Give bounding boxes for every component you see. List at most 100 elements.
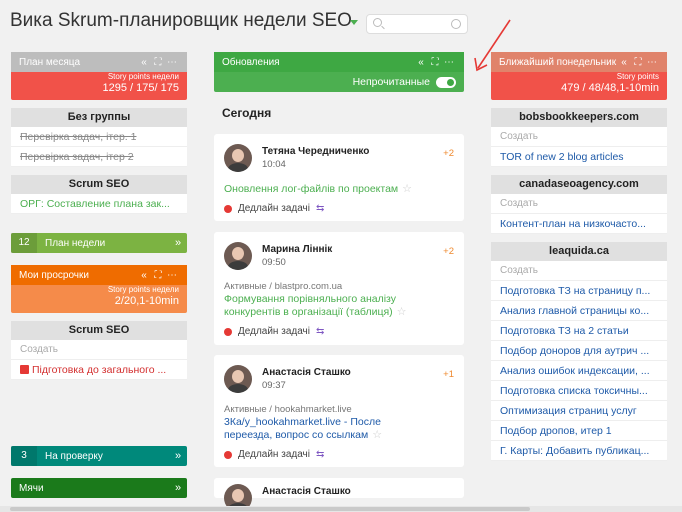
author-name[interactable]: Марина Ліннік bbox=[262, 244, 332, 255]
left-column-lower: Мои просрочки « ⛶ ⋯ Story points недели … bbox=[11, 265, 187, 380]
group-title: Scrum SEO bbox=[11, 175, 187, 194]
expand-icon[interactable]: ⛶ bbox=[151, 57, 165, 68]
task-item[interactable]: Подбор дропов, итер 1 bbox=[491, 421, 667, 441]
story-points-value: 479 / 48/48,1-10min bbox=[561, 82, 659, 94]
task-item[interactable]: ОРГ: Составление плана зак... bbox=[11, 194, 187, 214]
task-link-text[interactable]: 3Ка/у_hookahmarket.live - После переезда… bbox=[224, 416, 381, 441]
collapse-icon[interactable]: « bbox=[137, 270, 151, 281]
task-item[interactable]: Перевірка задач, ітер 2 bbox=[11, 147, 187, 167]
create-task-input[interactable]: Создать bbox=[491, 194, 667, 214]
group-leaquida: leaquida.ca Создать Подготовка ТЗ на стр… bbox=[491, 242, 667, 461]
task-link[interactable]: Оновлення лог-файлів по проектам ☆ bbox=[224, 183, 412, 196]
update-time: 09:37 bbox=[262, 380, 286, 391]
deadline-row: Дедлайн задачі ⇆ bbox=[224, 326, 324, 337]
search-input[interactable] bbox=[366, 14, 468, 34]
task-item[interactable]: TOR of new 2 blog articles bbox=[491, 147, 667, 167]
expand-arrow-icon[interactable]: » bbox=[169, 237, 187, 249]
task-item[interactable]: Подготовка ТЗ на 2 статьи bbox=[491, 321, 667, 341]
expand-icon[interactable]: ⛶ bbox=[428, 57, 442, 68]
update-card[interactable]: Тетяна Чередниченко 10:04 +2 Оновлення л… bbox=[214, 134, 464, 221]
update-count-badge: +1 bbox=[443, 369, 454, 380]
more-icon[interactable]: ⋯ bbox=[165, 270, 179, 281]
overdue-title: Мои просрочки bbox=[19, 269, 89, 281]
review-count: 3 bbox=[11, 446, 37, 466]
task-item[interactable]: Подбор доноров для аутрич ... bbox=[491, 341, 667, 361]
expand-arrow-icon[interactable]: » bbox=[169, 482, 187, 494]
create-task-input[interactable]: Создать bbox=[11, 340, 187, 360]
group-title: Без группы bbox=[11, 108, 187, 127]
avatar[interactable] bbox=[224, 365, 252, 393]
task-item[interactable]: Анализ главной страницы ко... bbox=[491, 301, 667, 321]
deadline-dot-icon bbox=[224, 450, 232, 459]
transfer-icon[interactable]: ⇆ bbox=[316, 203, 324, 214]
group-title: bobsbookkeepers.com bbox=[491, 108, 667, 127]
star-icon[interactable]: ☆ bbox=[397, 306, 407, 318]
deadline-label: Дедлайн задачі bbox=[238, 449, 310, 460]
task-link[interactable]: Формування порівняльного аналізу конкуре… bbox=[224, 293, 414, 319]
update-card[interactable]: Марина Ліннік 09:50 +2 Активные / blastp… bbox=[214, 232, 464, 345]
expand-icon[interactable]: ⛶ bbox=[631, 57, 645, 68]
task-item[interactable]: Перевірка задач, ітер. 1 bbox=[11, 127, 187, 147]
deadline-dot-icon bbox=[224, 327, 232, 336]
star-icon[interactable]: ☆ bbox=[402, 183, 412, 195]
right-column: Ближайший понедельник « ⛶ ⋯ Story points… bbox=[491, 52, 667, 461]
project-context[interactable]: Активные / hookahmarket.live bbox=[224, 404, 352, 415]
update-card[interactable]: Анастасія Сташко bbox=[214, 478, 464, 512]
overdue-header[interactable]: Мои просрочки « ⛶ ⋯ Story points недели … bbox=[11, 265, 187, 313]
create-task-input[interactable]: Создать bbox=[491, 127, 667, 147]
task-item[interactable]: Подготовка списка токсичны... bbox=[491, 381, 667, 401]
plan-month-header[interactable]: План месяца « ⛶ ⋯ Story points недели 12… bbox=[11, 52, 187, 100]
expand-icon[interactable]: ⛶ bbox=[151, 270, 165, 281]
board-menu-caret-icon[interactable] bbox=[350, 20, 358, 25]
collapse-icon[interactable]: « bbox=[414, 57, 428, 68]
task-item[interactable]: Оптимизация страниц услуг bbox=[491, 401, 667, 421]
author-name[interactable]: Анастасія Сташко bbox=[262, 367, 351, 378]
create-task-input[interactable]: Создать bbox=[491, 261, 667, 281]
task-label: Підготовка до загального ... bbox=[32, 364, 167, 376]
more-icon[interactable]: ⋯ bbox=[645, 57, 659, 68]
filter-icon[interactable] bbox=[451, 19, 461, 29]
task-link-text[interactable]: Оновлення лог-файлів по проектам bbox=[224, 183, 398, 195]
unread-toggle[interactable] bbox=[436, 76, 456, 88]
project-context[interactable]: Активные / blastpro.com.ua bbox=[224, 281, 342, 292]
search-icon bbox=[373, 18, 382, 27]
unread-filter[interactable]: Непрочитанные bbox=[214, 72, 464, 92]
plan-week-bar[interactable]: 12 План недели » bbox=[11, 233, 187, 253]
task-item[interactable]: Подготовка ТЗ на страницу п... bbox=[491, 281, 667, 301]
collapse-icon[interactable]: « bbox=[137, 57, 151, 68]
scrollbar-thumb[interactable] bbox=[10, 507, 530, 511]
task-item[interactable]: Г. Карты: Добавить публикац... bbox=[491, 441, 667, 461]
transfer-icon[interactable]: ⇆ bbox=[316, 326, 324, 337]
task-link[interactable]: 3Ка/у_hookahmarket.live - После переезда… bbox=[224, 416, 414, 442]
group-scrum-seo-2: Scrum SEO Создать Підготовка до загально… bbox=[11, 321, 187, 380]
updates-header[interactable]: Обновления « ⛶ ⋯ Непрочитанные bbox=[214, 52, 464, 92]
author-name[interactable]: Анастасія Сташко bbox=[262, 486, 351, 497]
task-item[interactable]: Анализ ошибок индексации, ... bbox=[491, 361, 667, 381]
avatar[interactable] bbox=[224, 144, 252, 172]
board-title[interactable]: Вика Skrum-планировщик недели SEO bbox=[10, 10, 352, 32]
author-name[interactable]: Тетяна Чередниченко bbox=[262, 146, 369, 157]
star-icon[interactable]: ☆ bbox=[372, 429, 382, 441]
update-card[interactable]: Анастасія Сташко 09:37 +1 Активные / hoo… bbox=[214, 355, 464, 467]
balls-bar[interactable]: Мячи » bbox=[11, 478, 187, 498]
review-bar[interactable]: 3 На проверку » bbox=[11, 446, 187, 466]
avatar[interactable] bbox=[224, 242, 252, 270]
deadline-label: Дедлайн задачі bbox=[238, 203, 310, 214]
collapse-icon[interactable]: « bbox=[617, 57, 631, 68]
group-canadaseoagency: canadaseoagency.com Создать Контент-план… bbox=[491, 175, 667, 234]
task-item[interactable]: Контент-план на низкочасто... bbox=[491, 214, 667, 234]
more-icon[interactable]: ⋯ bbox=[442, 57, 456, 68]
transfer-icon[interactable]: ⇆ bbox=[316, 449, 324, 460]
more-icon[interactable]: ⋯ bbox=[165, 57, 179, 68]
task-item[interactable]: Підготовка до загального ... bbox=[11, 360, 187, 380]
expand-arrow-icon[interactable]: » bbox=[169, 450, 187, 462]
deadline-dot-icon bbox=[224, 204, 232, 213]
balls-label: Мячи bbox=[19, 482, 44, 494]
urgent-tag-icon bbox=[20, 365, 29, 374]
plan-week-count: 12 bbox=[11, 233, 37, 253]
task-link-text[interactable]: Формування порівняльного аналізу конкуре… bbox=[224, 293, 396, 318]
horizontal-scrollbar[interactable] bbox=[0, 506, 682, 512]
group-title: Scrum SEO bbox=[11, 321, 187, 340]
deadline-label: Дедлайн задачі bbox=[238, 326, 310, 337]
review-label: На проверку bbox=[45, 450, 103, 462]
